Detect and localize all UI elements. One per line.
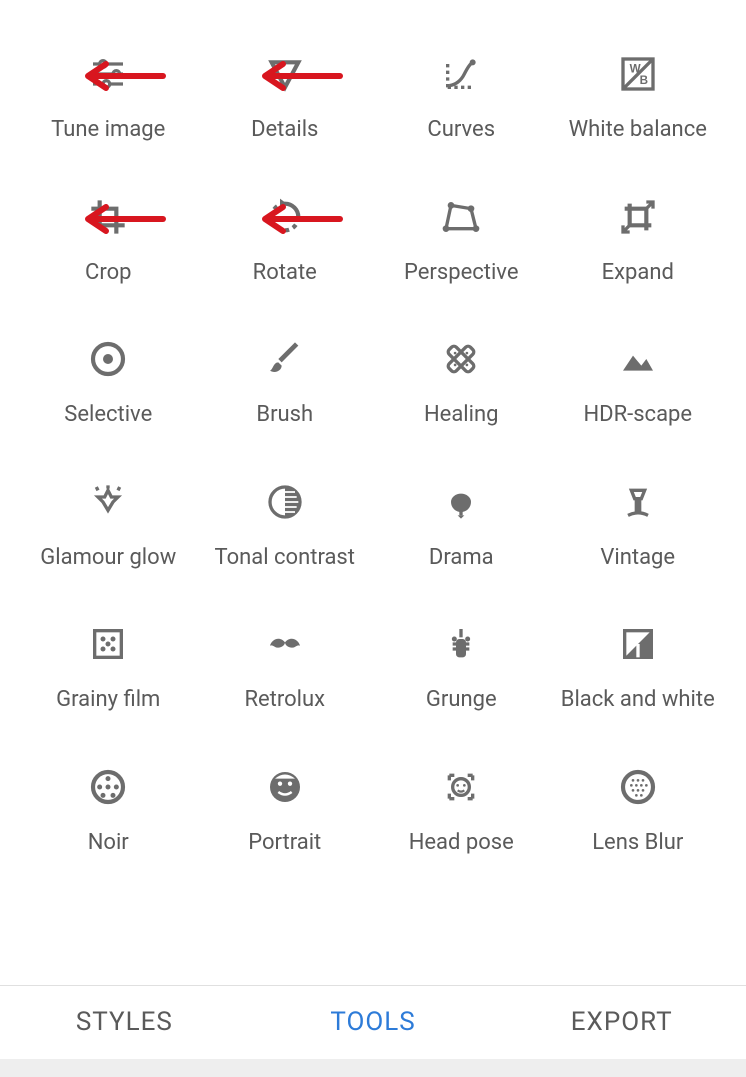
tool-label: Lens Blur — [592, 829, 683, 858]
tool-black-and-white[interactable]: Black and white — [550, 620, 727, 715]
tool-label: Details — [251, 116, 318, 145]
tool-portrait[interactable]: Portrait — [197, 763, 374, 858]
tool-label: Brush — [256, 401, 313, 430]
tool-vintage[interactable]: Vintage — [550, 478, 727, 573]
tool-hdr-scape[interactable]: HDR-scape — [550, 335, 727, 430]
tab-export[interactable]: EXPORT — [497, 986, 746, 1057]
tool-label: Tune image — [51, 116, 165, 145]
tab-styles[interactable]: STYLES — [0, 986, 249, 1057]
expand-icon — [614, 193, 662, 241]
drama-icon — [437, 478, 485, 526]
tool-label: HDR-scape — [583, 401, 692, 430]
head-pose-icon — [437, 763, 485, 811]
tool-label: Black and white — [561, 686, 715, 715]
perspective-icon — [437, 193, 485, 241]
tool-crop[interactable]: Crop — [20, 193, 197, 288]
tool-label: Rotate — [253, 259, 317, 288]
glamour-glow-icon — [84, 478, 132, 526]
tool-expand[interactable]: Expand — [550, 193, 727, 288]
tool-details[interactable]: Details — [197, 50, 374, 145]
tool-grainy-film[interactable]: Grainy film — [20, 620, 197, 715]
white-balance-icon — [614, 50, 662, 98]
rotate-icon — [261, 193, 309, 241]
tool-label: Crop — [85, 259, 131, 288]
tool-healing[interactable]: Healing — [373, 335, 550, 430]
brush-icon — [261, 335, 309, 383]
tool-perspective[interactable]: Perspective — [373, 193, 550, 288]
vintage-icon — [614, 478, 662, 526]
tools-grid: Tune image Details Curves White balance Crop… — [0, 0, 746, 858]
tool-label: Selective — [64, 401, 152, 430]
tool-curves[interactable]: Curves — [373, 50, 550, 145]
tool-head-pose[interactable]: Head pose — [373, 763, 550, 858]
tool-noir[interactable]: Noir — [20, 763, 197, 858]
black-and-white-icon — [614, 620, 662, 668]
tool-label: Head pose — [409, 829, 514, 858]
grainy-film-icon — [84, 620, 132, 668]
tool-label: Expand — [602, 259, 674, 288]
tool-lens-blur[interactable]: Lens Blur — [550, 763, 727, 858]
tool-label: Grunge — [426, 686, 497, 715]
tool-label: Healing — [424, 401, 499, 430]
tool-retrolux[interactable]: Retrolux — [197, 620, 374, 715]
tool-glamour-glow[interactable]: Glamour glow — [20, 478, 197, 573]
tool-grunge[interactable]: Grunge — [373, 620, 550, 715]
retrolux-icon — [261, 620, 309, 668]
grunge-icon — [437, 620, 485, 668]
curves-icon — [437, 50, 485, 98]
tool-drama[interactable]: Drama — [373, 478, 550, 573]
selective-icon — [84, 335, 132, 383]
tool-label: Curves — [427, 116, 495, 145]
tonal-contrast-icon — [261, 478, 309, 526]
hdr-scape-icon — [614, 335, 662, 383]
tool-rotate[interactable]: Rotate — [197, 193, 374, 288]
tool-label: Portrait — [248, 829, 321, 858]
footer-bar — [0, 1059, 746, 1077]
tool-selective[interactable]: Selective — [20, 335, 197, 430]
lens-blur-icon — [614, 763, 662, 811]
portrait-icon — [261, 763, 309, 811]
tool-label: Grainy film — [56, 686, 160, 715]
tool-tune-image[interactable]: Tune image — [20, 50, 197, 145]
tool-label: Drama — [429, 544, 494, 573]
tool-label: Perspective — [404, 259, 518, 288]
tool-white-balance[interactable]: White balance — [550, 50, 727, 145]
tool-brush[interactable]: Brush — [197, 335, 374, 430]
tool-label: Noir — [88, 829, 129, 858]
bottom-tabs: STYLES TOOLS EXPORT — [0, 985, 746, 1057]
healing-icon — [437, 335, 485, 383]
tool-label: White balance — [569, 116, 707, 145]
tool-label: Glamour glow — [40, 544, 176, 573]
tool-label: Vintage — [600, 544, 675, 573]
tab-tools[interactable]: TOOLS — [249, 986, 498, 1057]
tool-label: Tonal contrast — [215, 544, 356, 573]
tool-tonal-contrast[interactable]: Tonal contrast — [197, 478, 374, 573]
tune-image-icon — [84, 50, 132, 98]
details-icon — [261, 50, 309, 98]
crop-icon — [84, 193, 132, 241]
noir-icon — [84, 763, 132, 811]
tool-label: Retrolux — [244, 686, 325, 715]
